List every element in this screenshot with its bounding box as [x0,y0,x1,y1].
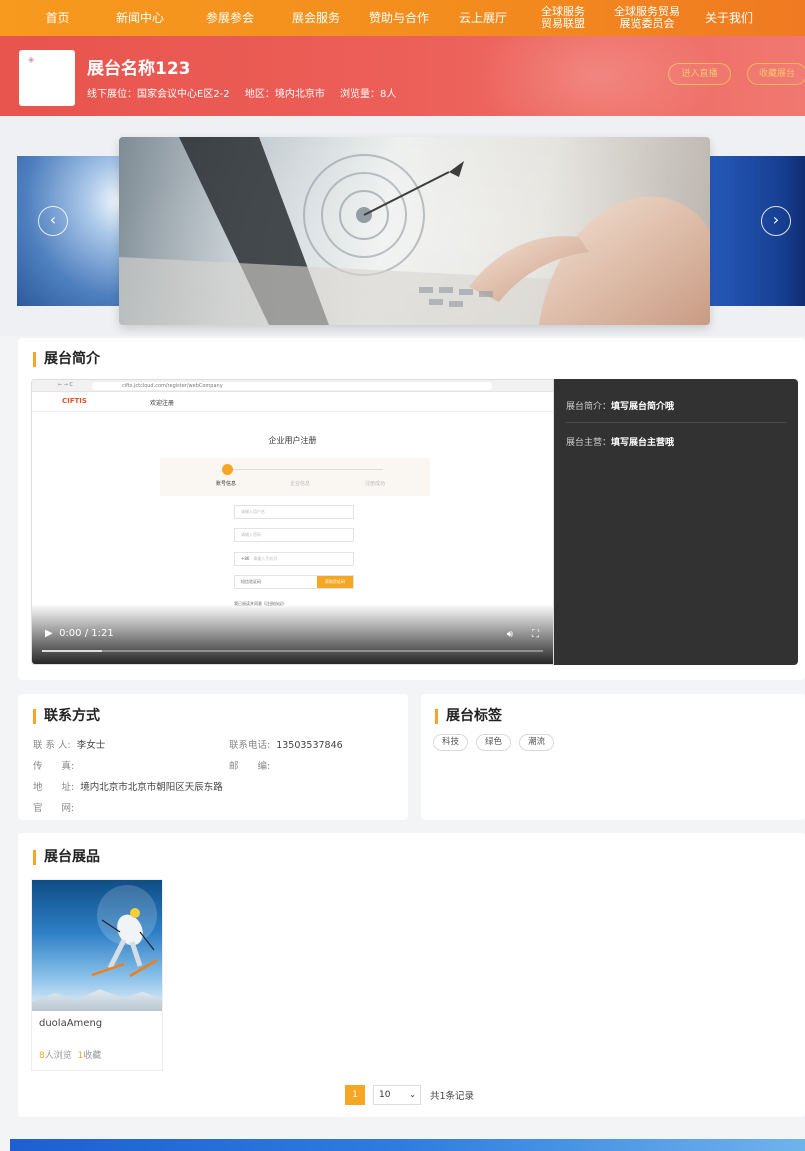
contact-address: 地 址: 境内北京市北京市朝阳区天辰东路 [33,779,223,793]
pager-size-select[interactable]: 10 ⌄ [373,1085,421,1105]
contact-person-label: 联 系 人: [33,740,71,751]
video-url: cifts.jctcloud.com/register/webCompany [92,382,492,390]
top-nav: 首页 新闻中心 参展参会 展会服务 赞助与合作 云上展厅 全球服务 贸易联盟 全球服务贸易 展… [0,0,805,36]
video-field-phone: +86 请输入手机号 [234,552,354,566]
video-progress-fill [42,650,103,652]
nav-item[interactable]: 展会服务 [275,11,357,25]
video-reg-steps: 账号信息 企业信息 注册成功 [160,458,430,496]
video-field-password: 请输入密码 [234,528,354,542]
pager-total: 共1条记录 [430,1091,475,1102]
video-time-text: 0:00 / 1:21 [59,628,114,639]
contact-phone-value: 13503537846 [276,740,343,751]
booth-logo: ◈ [19,50,75,106]
carousel-slide-current [119,137,710,325]
product-favs-label: 收藏 [83,1051,102,1061]
booth-meta: 线下展位：国家会议中心E区2-2 地区：境内北京市 浏览量：8人 [87,85,408,100]
video-field-phone-ph: 请输入手机号 [253,556,278,561]
nav-item[interactable]: 全球服务贸易 展览委员会 [601,6,693,30]
step1-label: 账号信息 [216,481,237,487]
contact-zip-label: 邮 编: [229,761,271,772]
intro-main-value: 填写展台主营哦 [611,438,675,448]
chevron-right-icon: › [772,210,780,229]
chevron-down-icon: ⌄ [409,1090,416,1099]
carousel-prev-button[interactable]: ‹ [38,206,68,236]
video-field-sms: 短信验证码 获取验证码 [234,575,354,589]
intro-section-title: 展台简介 [33,352,100,367]
video-browser-bar: ← → C cifts.jctcloud.com/register/webCom… [32,380,553,392]
contact-person: 联 系 人: 李女士 [33,737,105,751]
video-time: ▶ 0:00 / 1:21 [45,628,114,639]
products-section-title: 展台展品 [33,850,100,865]
play-icon[interactable]: ▶ [45,628,53,639]
contact-fax-label: 传 真: [33,761,75,772]
tag-item[interactable]: 潮流 [519,734,554,751]
intro-info-panel: 展台简介：填写展台简介哦 展台主营：填写展台主营哦 [554,379,798,665]
contact-website-label: 官 网: [33,803,75,814]
nav-item[interactable]: 全球服务 贸易联盟 [525,6,601,30]
product-name: duolaAmeng [39,1018,103,1029]
contact-address-value: 境内北京市北京市朝阳区天辰东路 [80,782,223,793]
product-stats: 8人浏览 1收藏 [39,1048,101,1061]
contact-fax: 传 真: [33,758,80,772]
volume-icon[interactable]: 🔊︎ [507,629,513,640]
enter-live-button[interactable]: 进入直播 [668,63,731,85]
laptop-target-image [119,137,710,325]
step-line [233,469,383,470]
contact-address-label: 地 址: [33,782,75,793]
contact-section-title: 联系方式 [33,709,100,724]
tag-item[interactable]: 绿色 [476,734,511,751]
pager-size-value: 10 [379,1090,391,1100]
nav-item[interactable]: 新闻中心 [95,11,185,25]
browser-nav-icon: ← → C [58,382,74,388]
booth-title: 展台名称123 [87,59,191,79]
step2-label: 企业信息 [290,481,311,487]
product-image [32,880,162,1011]
intro-main-business: 展台主营：填写展台主营哦 [566,435,674,448]
pager-current-page[interactable]: 1 [345,1085,365,1105]
product-card[interactable]: duolaAmeng 8人浏览 1收藏 [31,879,163,1071]
contact-person-value: 李女士 [76,740,106,751]
booth-location: 线下展位：国家会议中心E区2-2 [87,89,230,100]
intro-main-label: 展台主营： [566,438,612,448]
product-views-label: 人浏览 [44,1051,72,1061]
intro-summary-value: 填写展台简介哦 [611,402,675,412]
video-sms-button: 获取验证码 [317,576,353,588]
contact-phone-label: 联系电话: [229,740,271,751]
contact-phone: 联系电话: 13503537846 [229,737,343,751]
booth-views: 浏览量：8人 [340,89,397,100]
footer-bar [10,1139,805,1151]
intro-divider [566,422,786,423]
favorite-booth-button[interactable]: 收藏展台 [747,63,805,85]
intro-summary-label: 展台简介： [566,402,612,412]
nav-item[interactable]: 关于我们 [693,11,765,25]
nav-item[interactable]: 参展参会 [185,11,275,25]
tags-section-title: 展台标签 [435,709,502,724]
intro-summary: 展台简介：填写展台简介哦 [566,399,674,412]
logo-placeholder-icon: ◈ [28,55,35,64]
carousel-next-button[interactable]: › [761,206,791,236]
banner-carousel: ‹ › [0,116,805,336]
video-field-code: +86 [241,556,250,561]
step3-label: 注册成功 [365,481,386,487]
contact-zip: 邮 编: [229,758,276,772]
video-site-tab: 欢迎注册 [150,400,175,407]
video-sms-label: 短信验证码 [241,579,261,584]
booth-header: ◈ 展台名称123 线下展位：国家会议中心E区2-2 地区：境内北京市 浏览量：… [0,36,805,116]
video-field-username: 请输入用户名 [234,505,354,519]
nav-item[interactable]: 云上展厅 [441,11,525,25]
booth-region: 地区：境内北京市 [244,89,325,100]
intro-video-player[interactable]: ← → C cifts.jctcloud.com/register/webCom… [31,379,554,665]
video-reg-title: 企业用户注册 [268,436,317,445]
contact-website: 官 网: [33,800,80,814]
fullscreen-icon[interactable]: ⛶ [532,629,539,640]
video-site-header: CIFTIS 欢迎注册 [32,392,553,412]
nav-item[interactable]: 首页 [20,11,95,25]
step-active-icon [222,464,233,475]
tag-item[interactable]: 科技 [433,734,468,751]
chevron-left-icon: ‹ [49,210,57,229]
video-controls: ▶ 0:00 / 1:21 🔊︎ ⛶ [32,604,553,664]
video-progress-bar[interactable] [42,650,543,652]
cifts-logo-icon: CIFTIS [62,397,87,405]
nav-item[interactable]: 赞助与合作 [357,11,441,25]
